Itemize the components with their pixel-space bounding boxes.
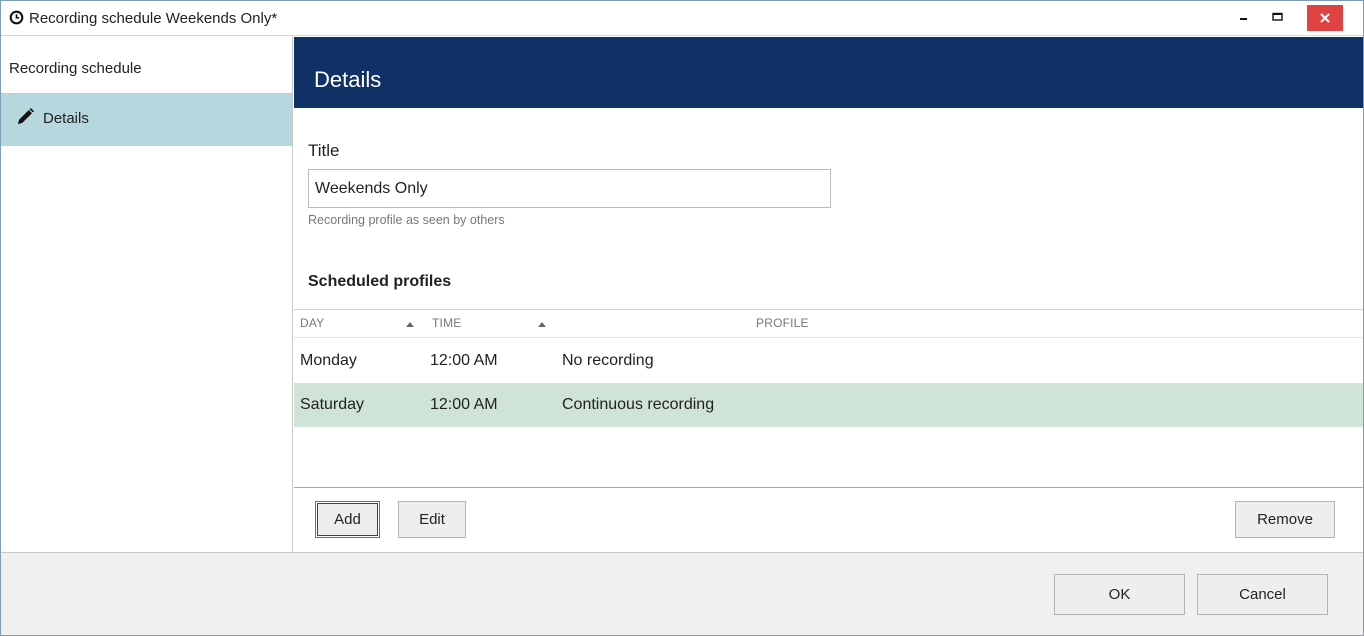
column-header-profile[interactable]: PROFILE (756, 316, 809, 330)
remove-button[interactable]: Remove (1235, 501, 1335, 538)
dialog-window: Recording schedule Weekends Only* Record… (0, 0, 1364, 636)
sort-ascending-icon[interactable] (538, 322, 546, 327)
cell-day: Saturday (300, 396, 365, 413)
scheduled-profiles-table: DAY TIME PROFILE Monday 12:00 AM No reco… (294, 309, 1363, 488)
sidebar: Recording schedule Details (1, 37, 293, 552)
maximize-icon (1272, 12, 1283, 21)
close-icon (1320, 13, 1330, 23)
maximize-button[interactable] (1263, 4, 1293, 30)
table-header: DAY TIME PROFILE (294, 310, 1363, 338)
cell-time: 12:00 AM (430, 352, 498, 369)
title-label: Title (308, 141, 340, 160)
banner-title: Details (314, 67, 382, 92)
pencil-icon (18, 108, 34, 124)
details-banner: Details (294, 37, 1363, 108)
column-header-time[interactable]: TIME (432, 316, 461, 330)
table-row-selected[interactable]: Saturday 12:00 AM Continuous recording (294, 383, 1363, 427)
edit-button[interactable]: Edit (398, 501, 466, 538)
title-input[interactable] (308, 169, 831, 208)
cell-day: Monday (300, 352, 357, 369)
dialog-footer: OK Cancel (1, 552, 1363, 635)
minimize-button[interactable] (1229, 4, 1259, 30)
close-button[interactable] (1307, 5, 1343, 31)
sort-ascending-icon[interactable] (406, 322, 414, 327)
cell-time: 12:00 AM (430, 396, 498, 413)
minimize-icon (1240, 18, 1247, 20)
window-title: Recording schedule Weekends Only* (29, 10, 278, 27)
sidebar-header-label: Recording schedule (9, 60, 142, 77)
table-row[interactable]: Monday 12:00 AM No recording (294, 339, 1363, 383)
sidebar-item-details[interactable]: Details (1, 94, 292, 146)
cell-profile: No recording (562, 352, 654, 369)
clock-icon (9, 10, 24, 25)
sidebar-item-label: Details (43, 110, 89, 127)
details-panel: Details Title Recording profile as seen … (294, 37, 1363, 552)
column-header-day[interactable]: DAY (300, 316, 324, 330)
title-bar: Recording schedule Weekends Only* (1, 1, 1363, 36)
ok-button[interactable]: OK (1054, 574, 1185, 615)
cell-profile: Continuous recording (562, 396, 715, 413)
scheduled-profiles-heading: Scheduled profiles (308, 273, 452, 290)
title-hint: Recording profile as seen by others (308, 213, 505, 227)
add-button[interactable]: Add (315, 501, 380, 538)
sidebar-header: Recording schedule (1, 37, 292, 94)
cancel-button[interactable]: Cancel (1197, 574, 1328, 615)
